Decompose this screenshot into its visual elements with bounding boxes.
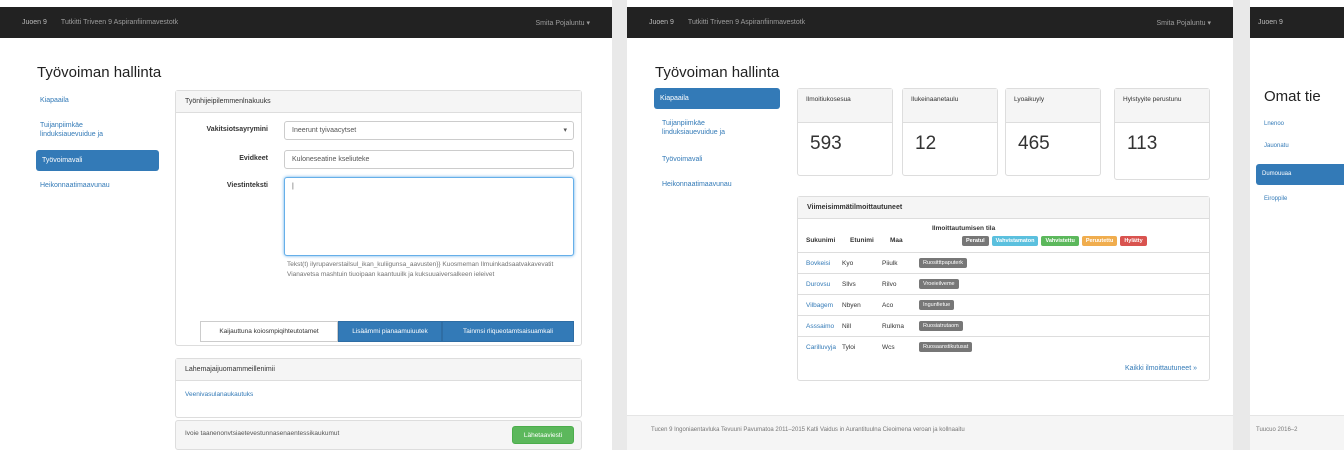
stat-value: 113 [1127, 133, 1158, 154]
legend-badge: Vahvistamaton [991, 236, 1039, 246]
cell-lastname[interactable]: Vilbagem [798, 302, 842, 309]
recipients-label: Vakitsiotsayrymini [206, 126, 268, 133]
nav-brand[interactable]: Juoen 9 [22, 19, 47, 26]
attachments-panel: Lahemajaijuomammeillenimii Veenivasulana… [175, 358, 582, 418]
stat-value: 593 [810, 133, 842, 154]
window-profile: Juoen 9 Omat tie Lnenoo Jauonatu Dumouua… [1250, 0, 1344, 450]
sidebar-item-workforce[interactable]: Työvoimavali [662, 155, 702, 164]
cell-country: Rulkma [882, 322, 905, 330]
sidebar-item-applications[interactable]: Tuijanpiimkäe linduksiauevuidue ja [662, 119, 762, 137]
registrations-panel-header: Viimeisimmätilmoittautuneet [798, 197, 1209, 219]
cell-firstname: Sllvs [842, 280, 856, 288]
table-header: Sukunimi Etunimi Maa Ilmoittautumisen ti… [798, 223, 1209, 253]
nav-brand[interactable]: Juoen 9 [649, 19, 674, 26]
cell-country: Piiulk [882, 259, 898, 267]
stat-card-rejected: Hylstyyite perustunu 113 [1114, 88, 1210, 180]
form-panel-header: Työnhijeipilemmenlnakuuks [176, 91, 581, 113]
attachments-text: Veenivasulanaukautuks [185, 391, 254, 398]
page-title: Työvoiman hallinta [655, 64, 780, 81]
sidebar-item-1[interactable]: Lnenoo [1264, 120, 1284, 129]
top-navbar: Juoen 9 [1250, 7, 1344, 38]
subject-label: Evidkeet [239, 155, 268, 162]
nav-user-menu[interactable]: Smita Pojaluntu ▾ [1157, 19, 1212, 27]
cell-lastname[interactable]: Bovkeisi [798, 260, 842, 267]
nav-user-menu[interactable]: Smita Pojaluntu ▾ [536, 19, 591, 27]
send-message-button[interactable]: Lähetaaviesti [512, 426, 574, 444]
subject-input[interactable]: Kuloneseatine kseliuteke [284, 150, 574, 169]
status-badge: Ingunfietue [919, 300, 955, 310]
stat-label: Lyoaikuyly [1006, 89, 1100, 123]
sidebar-item-4[interactable]: Eiroppile [1264, 195, 1287, 204]
more-registrations-link[interactable]: Kaikki ilmoittautuneet » [1125, 365, 1197, 372]
sidebar-item-3[interactable]: Dumouuaa [1256, 164, 1344, 185]
table-row[interactable]: Vilbagem Nbyen Aco Ingunfietue [798, 294, 1209, 315]
sidebar-item-2[interactable]: Jauonatu [1264, 142, 1289, 151]
sidebar-item-frontpage[interactable]: Kiapaaila [654, 88, 780, 109]
cell-lastname[interactable]: Carilluvyja [798, 344, 842, 351]
stat-label: Ilukeinaanetaulu [903, 89, 997, 123]
legend-badge: Peratul [962, 236, 989, 246]
window-dashboard: Juoen 9 Tutkitti Triveen 9 Aspiranfiinma… [627, 0, 1233, 450]
status-badge: Ruosiatrutaom [919, 321, 963, 331]
col-status[interactable]: Ilmoittautumisen tila [932, 225, 995, 232]
message-textarea[interactable]: | [284, 177, 574, 256]
page-footer: Tucen 9 Ingoniaentavluka Tevuuni Pavumat… [627, 415, 1233, 450]
table-row[interactable]: Asssaimo Nill Rulkma Ruosiatrutaom [798, 315, 1209, 336]
table-row[interactable]: Bovkeisi Kyo Piiulk Ruositttpaputerk [798, 252, 1209, 273]
cell-country: Wcs [882, 343, 895, 351]
cell-firstname: Nill [842, 322, 852, 330]
top-navbar: Juoen 9 Tutkitti Triveen 9 Aspiranfiinma… [627, 7, 1233, 38]
status-badge: Vroeieilveme [919, 279, 959, 289]
top-navbar: Juoen 9 Tutkitti Triveen 9 Aspiranfiinma… [0, 7, 612, 38]
attachments-panel-header: Lahemajaijuomammeillenimii [176, 359, 581, 381]
add-attachment-button[interactable]: Lisäämmi pianaamuiuutek [338, 321, 442, 342]
status-badge: Ruositttpaputerk [919, 258, 968, 268]
message-help-text: Tekst(t) ilyrupaverstailsul_ikan_kuliigu… [287, 261, 554, 278]
status-badge: Ruosaanstikutusat [919, 342, 973, 352]
nav-brand[interactable]: Juoen 9 [1258, 19, 1283, 26]
table-row[interactable]: Durovsu Sllvs Rilvo Vroeieilveme [798, 273, 1209, 294]
stat-value: 465 [1018, 133, 1050, 154]
stat-label: Hylstyyite perustunu [1115, 89, 1209, 123]
sidebar-item-frontpage[interactable]: Kiapaaila [40, 96, 69, 105]
table-row[interactable]: Carilluvyja Tyloi Wcs Ruosaanstikutusat [798, 336, 1209, 357]
message-label: Viestinteksti [226, 182, 268, 189]
legend-badge: Vahvistettu [1041, 236, 1079, 246]
col-firstname[interactable]: Etunimi [850, 237, 874, 244]
stat-card-accepted: Lyoaikuyly 465 [1005, 88, 1101, 176]
legend-badge: Peruutettu [1081, 236, 1118, 246]
cell-country: Rilvo [882, 280, 897, 288]
cell-firstname: Tyloi [842, 343, 856, 351]
status-legend: Peratul Vahvistamaton Vahvistettu Peruutett… [962, 236, 1150, 246]
page-title: Työvoiman hallinta [37, 64, 162, 81]
window-form: Juoen 9 Tutkitti Triveen 9 Aspiranfiinma… [0, 0, 612, 450]
select-recipients-button[interactable]: Kaijauttuna koiosmpiqihteutotamet [200, 321, 338, 342]
cell-firstname: Kyo [842, 259, 854, 267]
recipients-select[interactable]: Ineerunt tyivaacytset ▾ [284, 121, 574, 140]
preview-message-button[interactable]: Tainmsi rliqueotamtsaisuamkali [442, 321, 574, 342]
send-info-text: Ivoie taanenonvtsiaetevestunnasenaentess… [185, 430, 340, 437]
sidebar-item-reports[interactable]: Heikonnaatimaavunau [662, 180, 732, 189]
cell-lastname[interactable]: Asssaimo [798, 323, 842, 330]
stat-card-unconfirmed: Ilukeinaanetaulu 12 [902, 88, 998, 176]
stat-label: Ilmoitiukosesua [798, 89, 892, 123]
sidebar-item-workforce[interactable]: Työvoimavali [36, 150, 159, 171]
registrations-panel: Viimeisimmätilmoittautuneet Sukunimi Etu… [797, 196, 1210, 381]
sidebar-item-applications[interactable]: Tuijanpiimkäe linduksiauevuidue ja [40, 121, 140, 139]
nav-title[interactable]: Tutkitti Triveen 9 Aspiranfiinmavestotk [61, 19, 178, 26]
col-country[interactable]: Maa [890, 237, 903, 244]
stat-value: 12 [915, 133, 937, 154]
col-lastname[interactable]: Sukunimi [806, 237, 835, 244]
stat-card-registrations: Ilmoitiukosesua 593 [797, 88, 893, 176]
legend-badge: Hylätty [1120, 236, 1147, 246]
cell-firstname: Nbyen [842, 301, 861, 309]
sidebar-item-reports[interactable]: Heikonnaatimaavunau [40, 181, 110, 190]
cell-country: Aco [882, 301, 894, 309]
page-footer: Tuucuo 2016–2 [1250, 415, 1344, 450]
chevron-down-icon: ▾ [563, 127, 567, 134]
cell-lastname[interactable]: Durovsu [798, 281, 842, 288]
page-title: Omat tie [1264, 88, 1321, 105]
nav-title[interactable]: Tutkitti Triveen 9 Aspiranfiinmavestotk [688, 19, 805, 26]
